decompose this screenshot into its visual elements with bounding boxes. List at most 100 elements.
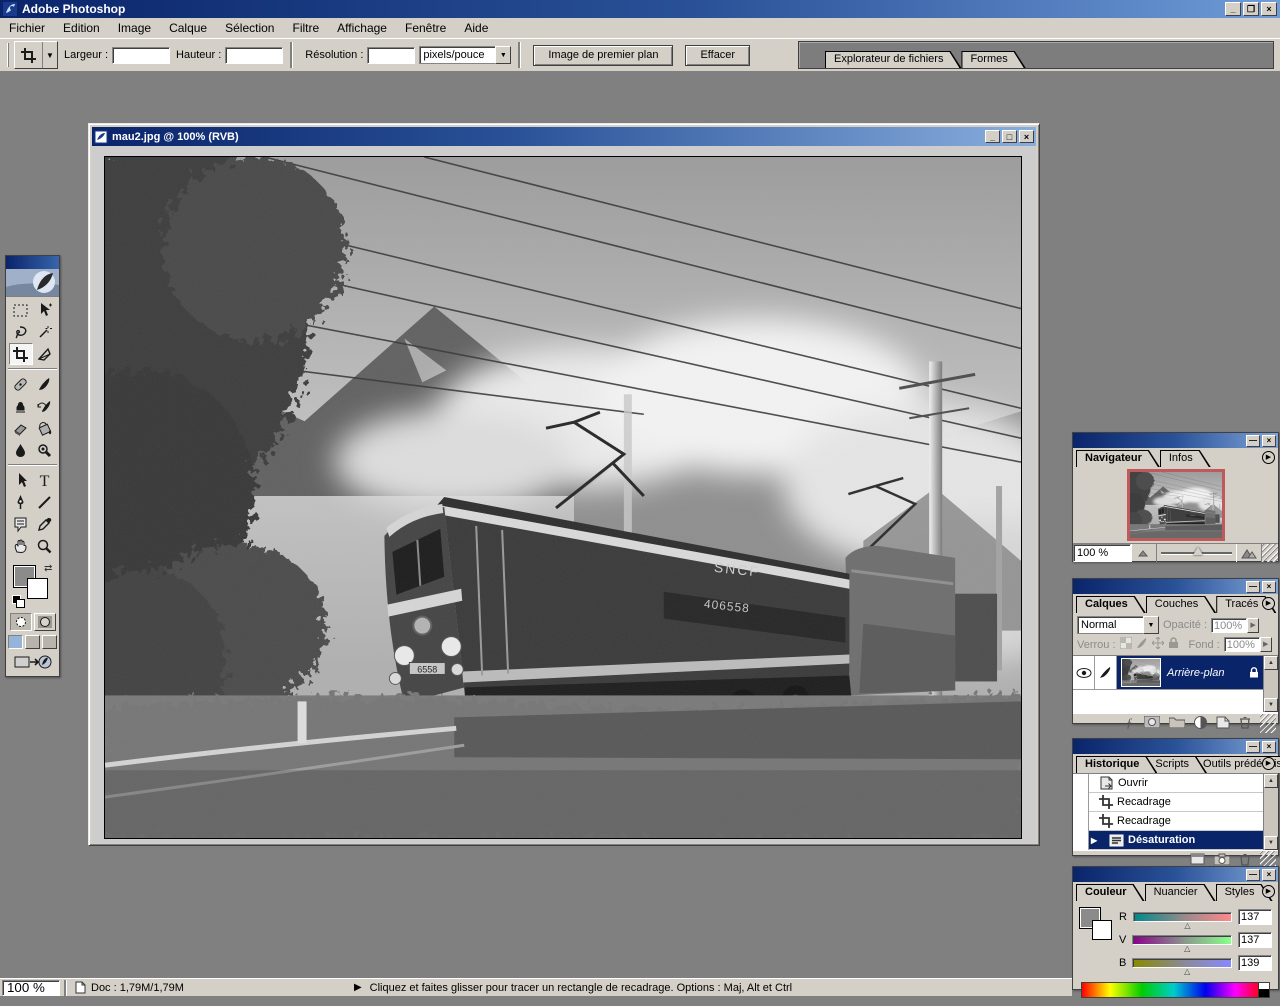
layers-close-button[interactable]: × bbox=[1262, 581, 1276, 593]
channel-r-slider[interactable]: △ bbox=[1133, 912, 1232, 922]
history-close-button[interactable]: × bbox=[1262, 741, 1276, 753]
color-minimize-button[interactable]: — bbox=[1246, 869, 1260, 881]
navigator-resize-grip[interactable] bbox=[1262, 544, 1278, 562]
fullscreen-mode-button[interactable] bbox=[42, 635, 57, 649]
menu-edition[interactable]: Edition bbox=[54, 19, 109, 37]
layers-scrollbar[interactable]: ▲ ▼ bbox=[1263, 656, 1278, 712]
marquee-tool[interactable] bbox=[9, 299, 33, 321]
tab-calques[interactable]: Calques bbox=[1076, 596, 1146, 613]
layer-style-icon[interactable]: ƒ bbox=[1123, 715, 1135, 732]
doc-close-button[interactable]: × bbox=[1019, 130, 1034, 143]
crop-tool[interactable] bbox=[9, 343, 33, 365]
doc-minimize-button[interactable]: _ bbox=[985, 130, 1000, 143]
layer-row-background[interactable]: Arrière-plan bbox=[1073, 656, 1263, 690]
history-brush-tool[interactable] bbox=[33, 395, 57, 417]
layers-resize-grip[interactable] bbox=[1260, 714, 1276, 733]
photoshop-feather-logo[interactable] bbox=[6, 269, 59, 297]
brush-tool[interactable] bbox=[33, 373, 57, 395]
resolution-unit-select[interactable]: pixels/pouce ▼ bbox=[419, 46, 511, 64]
paint-bucket-tool[interactable] bbox=[33, 417, 57, 439]
menu-fichier[interactable]: Fichier bbox=[0, 19, 54, 37]
navigator-menu-button[interactable]: ▶ bbox=[1262, 451, 1275, 464]
tab-couches[interactable]: Couches bbox=[1146, 596, 1216, 613]
photo-train-image[interactable] bbox=[104, 156, 1022, 839]
channel-v-value[interactable] bbox=[1238, 932, 1272, 948]
status-expand-arrow[interactable]: ▶ bbox=[354, 982, 362, 993]
color-titlebar[interactable]: — × bbox=[1073, 867, 1278, 882]
layer-thumbnail[interactable] bbox=[1121, 658, 1161, 687]
lock-transparency-icon[interactable] bbox=[1120, 637, 1132, 652]
notes-tool[interactable] bbox=[9, 513, 33, 535]
navigator-zoom-in-button[interactable] bbox=[1236, 544, 1262, 562]
color-menu-button[interactable]: ▶ bbox=[1262, 885, 1275, 898]
background-color-swatch[interactable] bbox=[27, 578, 48, 599]
layer-selected-area[interactable]: Arrière-plan bbox=[1117, 656, 1263, 690]
history-menu-button[interactable]: ▶ bbox=[1262, 757, 1275, 770]
layers-scroll-up[interactable]: ▲ bbox=[1264, 656, 1278, 670]
lock-all-icon[interactable] bbox=[1168, 637, 1179, 652]
eyedropper-tool[interactable] bbox=[33, 513, 57, 535]
history-scrollbar[interactable]: ▲ ▼ bbox=[1263, 774, 1278, 850]
fill-value-box[interactable]: 100%▶ bbox=[1224, 637, 1272, 652]
layer-mask-icon[interactable] bbox=[1144, 716, 1160, 731]
new-group-icon[interactable] bbox=[1169, 716, 1185, 731]
layer-edit-cell[interactable] bbox=[1095, 656, 1117, 690]
status-zoom-field[interactable] bbox=[2, 980, 60, 996]
tab-navigateur[interactable]: Navigateur bbox=[1076, 450, 1160, 467]
new-layer-icon[interactable] bbox=[1216, 716, 1230, 732]
hand-tool[interactable] bbox=[9, 535, 33, 557]
resolution-unit-arrow[interactable]: ▼ bbox=[495, 46, 511, 64]
healing-brush-tool[interactable] bbox=[9, 373, 33, 395]
history-source-checkbox[interactable] bbox=[1073, 793, 1089, 812]
default-colors-icon[interactable] bbox=[12, 595, 22, 605]
toolbox-titlebar[interactable] bbox=[6, 256, 59, 269]
doc-size-icon[interactable] bbox=[75, 981, 86, 994]
document-canvas[interactable] bbox=[92, 146, 1036, 843]
layer-name[interactable]: Arrière-plan bbox=[1167, 667, 1243, 679]
layer-visibility-cell[interactable] bbox=[1073, 656, 1095, 690]
resolution-input[interactable] bbox=[367, 47, 415, 64]
history-step-recadrage-2[interactable]: Recadrage bbox=[1073, 812, 1263, 831]
navigator-proxy-view[interactable] bbox=[1127, 469, 1225, 541]
history-minimize-button[interactable]: — bbox=[1246, 741, 1260, 753]
line-tool[interactable] bbox=[33, 491, 57, 513]
app-restore-button[interactable]: ❐ bbox=[1243, 2, 1259, 16]
app-minimize-button[interactable]: _ bbox=[1225, 2, 1241, 16]
layers-scroll-down[interactable]: ▼ bbox=[1264, 698, 1278, 712]
clear-button[interactable]: Effacer bbox=[685, 45, 750, 66]
channel-r-value[interactable] bbox=[1238, 909, 1272, 925]
standard-screen-mode-button[interactable] bbox=[8, 635, 23, 649]
history-step-recadrage-1[interactable]: Recadrage bbox=[1073, 793, 1263, 812]
channel-v-slider[interactable]: △ bbox=[1132, 935, 1232, 945]
color-close-button[interactable]: × bbox=[1262, 869, 1276, 881]
history-step-desaturation[interactable]: ▶ Désaturation bbox=[1073, 831, 1263, 850]
channel-b-slider[interactable]: △ bbox=[1132, 958, 1232, 968]
hauteur-input[interactable] bbox=[225, 47, 283, 64]
channel-b-value[interactable] bbox=[1238, 955, 1272, 971]
slice-tool[interactable] bbox=[33, 343, 57, 365]
menu-calque[interactable]: Calque bbox=[160, 19, 216, 37]
history-scroll-up[interactable]: ▲ bbox=[1264, 774, 1278, 788]
navigator-close-button[interactable]: × bbox=[1262, 435, 1276, 447]
opacity-value-box[interactable]: 100%▶ bbox=[1211, 618, 1259, 633]
jump-to-imageready-icon[interactable] bbox=[14, 653, 52, 674]
pen-tool[interactable] bbox=[9, 491, 33, 513]
history-source-checkbox[interactable] bbox=[1073, 774, 1089, 793]
navigator-zoom-slider[interactable] bbox=[1157, 544, 1236, 562]
history-source-checkbox[interactable] bbox=[1073, 831, 1089, 850]
menu-affichage[interactable]: Affichage bbox=[328, 19, 396, 37]
tool-preset-dropdown-arrow[interactable]: ▼ bbox=[43, 42, 57, 68]
standard-mode-button[interactable] bbox=[10, 613, 32, 631]
path-selection-tool[interactable] bbox=[9, 469, 33, 491]
app-close-button[interactable]: × bbox=[1261, 2, 1277, 16]
well-tab-file-browser[interactable]: Explorateur de fichiers bbox=[825, 51, 961, 68]
quick-mask-mode-button[interactable] bbox=[34, 613, 56, 631]
fullscreen-menubar-mode-button[interactable] bbox=[25, 635, 40, 649]
doc-maximize-button[interactable]: □ bbox=[1002, 130, 1017, 143]
menu-fenetre[interactable]: Fenêtre bbox=[396, 19, 455, 37]
swap-colors-icon[interactable]: ⇄ bbox=[44, 563, 52, 574]
tool-preset-picker[interactable]: ▼ bbox=[14, 41, 58, 69]
tab-couleur[interactable]: Couleur bbox=[1076, 884, 1145, 901]
menu-image[interactable]: Image bbox=[109, 19, 160, 37]
zoom-tool[interactable] bbox=[33, 535, 57, 557]
